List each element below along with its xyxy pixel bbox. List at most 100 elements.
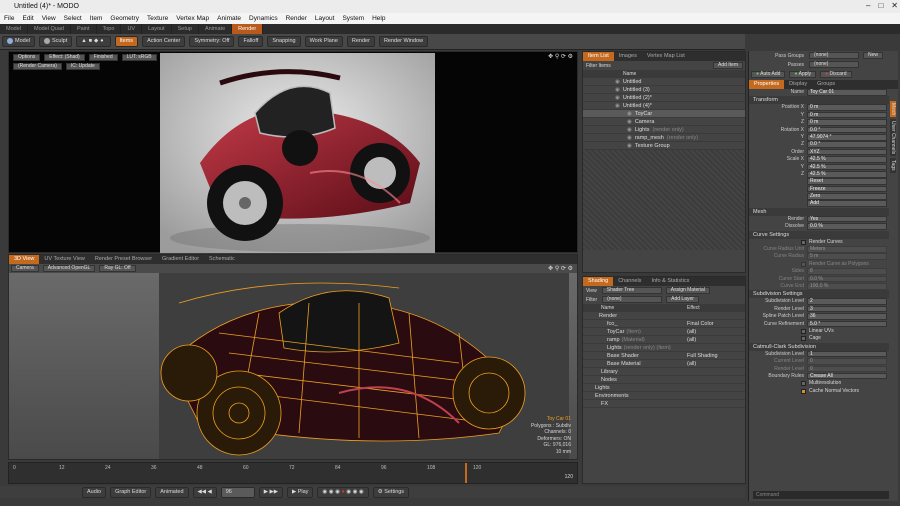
shader-row[interactable]: ToyCar (Item) (all) [583,328,745,336]
layout-tab-model[interactable]: Model [0,24,28,34]
render-button[interactable]: Render [346,36,375,47]
position-y-value[interactable]: 0 m [807,111,887,119]
shading-tab-channels[interactable]: Channels [613,277,646,286]
curve2-curve-end-value[interactable]: 100.0 % [807,282,887,290]
menu-select[interactable]: Select [60,13,86,24]
symmetry-dropdown[interactable]: Symmetry: Off [189,36,235,47]
view-tab-gradient-editor[interactable]: Gradient Editor [157,255,204,264]
item-tab-vertex-map-list[interactable]: Vertex Map List [642,52,690,61]
side-tab-user-channels[interactable]: User Channels [890,119,896,157]
layout-tab-topo[interactable]: Topo [97,24,122,34]
auto-add-button[interactable]: ● Auto Add [751,71,786,78]
action-zero[interactable]: Zero [807,193,887,200]
rotation-order-value[interactable]: XYZ [807,148,887,156]
shader-row[interactable]: FX [583,400,745,408]
dissolve-value[interactable]: 0.0 % [807,223,887,230]
eye-icon[interactable]: ◉ [615,87,620,93]
mesh-render-value[interactable]: Yes [807,215,887,223]
menu-help[interactable]: Help [368,13,389,24]
action-reset[interactable]: Reset [807,178,887,185]
side-tab-mesh[interactable]: Mesh [890,101,896,118]
view-btn-camera[interactable]: Camera [11,265,39,272]
shader-row[interactable]: Nodes [583,376,745,384]
layout-tab-setup[interactable]: Setup [172,24,199,34]
step-icons[interactable]: ▶ ▶▶ [258,486,283,498]
eye-icon[interactable]: ◉ [627,111,632,117]
list-item[interactable]: ◉ Untitled (3) [583,86,745,94]
scale-z-value[interactable]: 42.5 % [807,170,887,178]
section-header[interactable]: Curve Settings [749,230,889,239]
section-header[interactable]: Catmull-Clark Subdivision [749,342,889,351]
action-center-dropdown[interactable]: Action Center [142,36,186,47]
catmull-boundary-rules-value[interactable]: Crease All [807,372,887,380]
subdiv-render-level-value[interactable]: 3 [807,305,887,313]
layout-tab-layout[interactable]: Layout [142,24,172,34]
prop-tab-properties[interactable]: Properties [749,80,785,89]
scale-scale-x-value[interactable]: 42.5 % [807,156,887,163]
menu-animate[interactable]: Animate [213,13,245,24]
eye-icon[interactable]: ◉ [627,119,632,125]
render-opt-options[interactable]: Options [13,54,41,61]
cache-normal-checkbox[interactable] [801,388,806,394]
3d-view-icons[interactable]: ✥ ⚲ ⟳ ⚙ [548,265,573,272]
render-window-button[interactable]: Render Window [378,36,429,47]
menu-file[interactable]: File [0,13,18,24]
menu-dynamics[interactable]: Dynamics [245,13,282,24]
animated-dropdown[interactable]: Animated [155,486,189,498]
eye-icon[interactable]: ◉ [627,127,632,133]
graph-editor-button[interactable]: Graph Editor [110,486,152,498]
render-opt-finished[interactable]: Finished [88,54,118,61]
rotation-z-value[interactable]: 0.0 ° [807,141,887,148]
action-freeze[interactable]: Freeze [807,185,887,193]
menu-vertex-map[interactable]: Vertex Map [172,13,213,24]
linear-uvs-checkbox[interactable] [801,328,806,334]
timeline[interactable]: 0 12 24 36 48 60 72 84 96 108 120 120 [8,462,578,484]
item-tab-item-list[interactable]: Item List [583,52,614,61]
falloff-dropdown[interactable]: Falloff [238,36,264,47]
layout-tab-animate[interactable]: Animate [199,24,233,34]
pass-groups-dropdown[interactable]: (none) [809,52,859,59]
shader-row[interactable]: Lights [583,384,745,392]
layout-tab-paint[interactable]: Paint [71,24,97,34]
shader-row[interactable]: Base Material (all) [583,360,745,368]
side-tab-tags[interactable]: Tags [890,158,896,173]
layout-tab-render[interactable]: Render [232,24,264,34]
item-name-value[interactable]: Toy Car 01 [807,89,887,96]
render-curves-checkbox[interactable] [801,239,806,245]
discard-button[interactable]: ● Discard [820,71,852,78]
list-item[interactable]: ◉ Lights (render only) [583,126,745,134]
add-layer-button[interactable]: Add Layer [666,296,699,303]
menu-view[interactable]: View [38,13,60,24]
render-curve-poly-checkbox[interactable] [801,261,806,267]
render-view-icons[interactable]: ✥ ⚲ ⟳ ⚙ [548,53,573,60]
eye-icon[interactable]: ◉ [627,135,632,141]
menu-texture[interactable]: Texture [143,13,172,24]
shader-row[interactable]: Base Shader Full Shading [583,352,745,360]
shading-tab-shading[interactable]: Shading [583,277,614,286]
view-tab-3d-view[interactable]: 3D View [9,255,40,264]
eye-icon[interactable]: ◉ [627,143,632,149]
view-tab-uv-texture-view[interactable]: UV Texture View [39,255,89,264]
frame-field[interactable]: 96 [220,486,255,498]
shader-row[interactable]: ramp (Material) (all) [583,336,745,344]
multiresolution-checkbox[interactable] [801,381,806,387]
menu-render[interactable]: Render [282,13,311,24]
work-plane-button[interactable]: Work Plane [304,36,343,47]
list-item[interactable]: ◉ Untitled (4)* [583,102,745,110]
subdiv-spline-patch-level-value[interactable]: 36 [807,313,887,320]
model-button[interactable]: Model [2,36,35,47]
menu-system[interactable]: System [338,13,368,24]
render-opt2-render-camera[interactable]: (Render Camera) [13,63,62,70]
settings-button[interactable]: ⚙ Settings [372,486,410,498]
cage-checkbox[interactable] [801,336,806,342]
prop-tab-display[interactable]: Display [784,80,812,89]
snapping-button[interactable]: Snapping [267,36,301,47]
section-header[interactable]: Subdivision Settings [749,290,889,299]
minimize-button[interactable]: – [866,1,870,10]
maximize-button[interactable]: □ [878,1,883,10]
eye-icon[interactable]: ◉ [615,95,620,101]
list-item[interactable]: ◉ ToyCar [583,110,745,118]
new-pass-button[interactable]: New [863,52,884,59]
eye-icon[interactable]: ◉ [615,103,620,109]
catmull-current-level-value[interactable]: 0 [807,358,887,365]
